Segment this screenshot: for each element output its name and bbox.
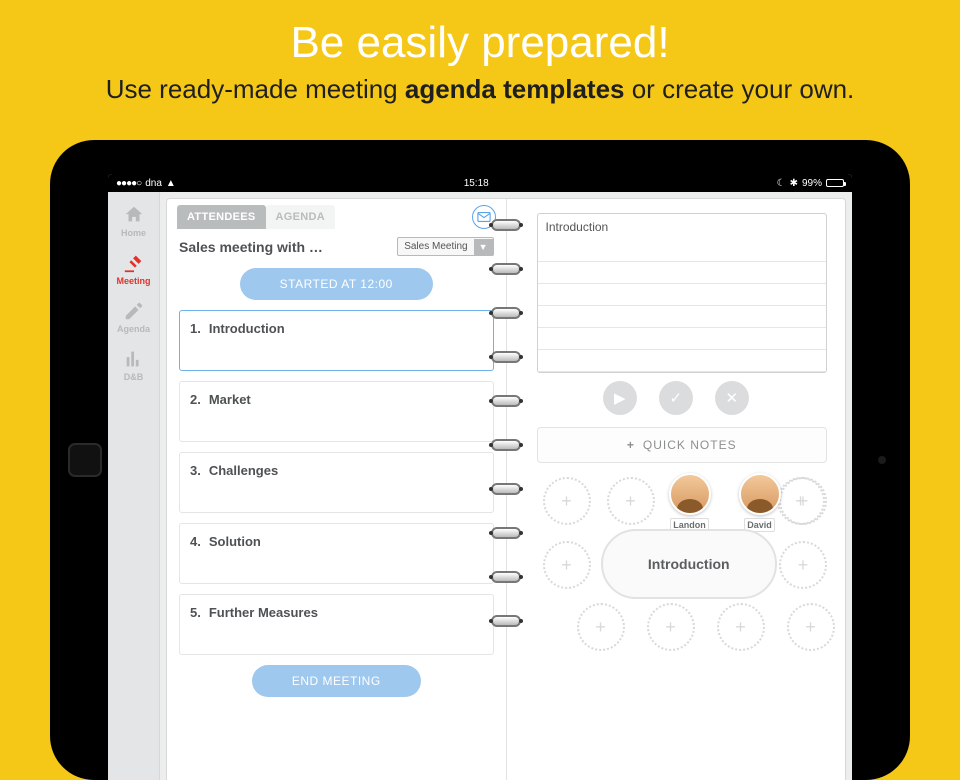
empty-seat[interactable]: + (577, 603, 625, 651)
agenda-list: 1. Introduction 2. Market 3. Challenges 4. S… (167, 310, 506, 655)
agenda-item-title: Challenges (209, 463, 278, 478)
hero-sub-pre: Use ready-made meeting (106, 74, 405, 104)
tablet-screen: ●●●●○ dna ▲ 15:18 ☾ ✱ 99% Home (108, 174, 852, 780)
play-button[interactable]: ▶ (603, 381, 637, 415)
sidebar-item-agenda[interactable]: Agenda (110, 294, 158, 340)
empty-seat[interactable]: + (717, 603, 765, 651)
agenda-item[interactable]: 5. Further Measures (179, 594, 494, 655)
gavel-icon (110, 252, 158, 274)
hero-title: Be easily prepared! (0, 0, 960, 68)
close-button[interactable]: ✕ (715, 381, 749, 415)
home-icon (110, 204, 158, 226)
empty-seat[interactable]: + (607, 477, 655, 525)
notebook: ATTENDEES AGENDA Sales meeting with … Sa… (166, 198, 846, 780)
battery-icon (826, 179, 844, 187)
mail-icon[interactable] (472, 205, 496, 229)
agenda-item[interactable]: 4. Solution (179, 523, 494, 584)
check-icon: ✓ (669, 389, 682, 407)
battery-percent: 99% (802, 178, 822, 189)
carrier-label: dna (145, 178, 162, 189)
signal-dots-icon: ●●●●○ (116, 178, 141, 189)
wifi-icon: ▲ (166, 178, 176, 189)
note-lines (538, 240, 827, 372)
moon-icon: ☾ (777, 178, 786, 189)
sidebar-item-label: Agenda (110, 324, 158, 334)
agenda-item-num: 4. (190, 534, 201, 549)
agenda-item-title: Solution (209, 534, 261, 549)
hero-sub-post: or create your own. (625, 74, 855, 104)
tablet-frame: ●●●●○ dna ▲ 15:18 ☾ ✱ 99% Home (50, 140, 910, 780)
sidebar-item-meeting[interactable]: Meeting (110, 246, 158, 292)
avatar (739, 473, 781, 515)
seating-area: + + + + + + + + + + Landon (537, 473, 828, 653)
empty-seat[interactable]: + (543, 541, 591, 589)
edit-icon (110, 300, 158, 322)
agenda-item-title: Introduction (209, 321, 285, 336)
agenda-item[interactable]: 3. Challenges (179, 452, 494, 513)
status-bar: ●●●●○ dna ▲ 15:18 ☾ ✱ 99% (108, 174, 852, 192)
template-select[interactable]: Sales Meeting ▼ (397, 237, 493, 256)
attendee-david[interactable]: David (733, 473, 787, 533)
empty-seat[interactable]: + (543, 477, 591, 525)
sidebar-item-label: D&B (110, 372, 158, 382)
template-selected-label: Sales Meeting (398, 238, 473, 255)
agenda-item-num: 3. (190, 463, 201, 478)
quick-notes-button[interactable]: + QUICK NOTES (537, 427, 828, 463)
tablet-home-button[interactable] (68, 443, 102, 477)
agenda-item[interactable]: 2. Market (179, 381, 494, 442)
chevron-down-icon: ▼ (474, 239, 493, 255)
end-meeting-button[interactable]: END MEETING (252, 665, 421, 697)
note-title: Introduction (538, 214, 827, 240)
meeting-title: Sales meeting with … (179, 239, 391, 255)
close-icon: ✕ (725, 389, 738, 407)
app-sidebar: Home Meeting Agenda (108, 192, 160, 780)
check-button[interactable]: ✓ (659, 381, 693, 415)
empty-seat[interactable]: + (647, 603, 695, 651)
right-page: Introduction ▶ ✓ ✕ + QUICK NOTES + + (507, 199, 846, 780)
play-icon: ▶ (614, 389, 626, 407)
agenda-item-num: 2. (190, 392, 201, 407)
bluetooth-icon: ✱ (790, 178, 798, 189)
empty-seat[interactable]: + (779, 541, 827, 589)
hero-sub-bold: agenda templates (405, 74, 625, 104)
agenda-item-num: 1. (190, 321, 201, 336)
agenda-item[interactable]: 1. Introduction (179, 310, 494, 371)
table-topic: Introduction (601, 529, 778, 599)
chart-icon (110, 348, 158, 370)
sidebar-item-label: Home (110, 228, 158, 238)
sidebar-item-db[interactable]: D&B (110, 342, 158, 388)
empty-seat[interactable]: + (787, 603, 835, 651)
sidebar-item-label: Meeting (110, 276, 158, 286)
note-box[interactable]: Introduction (537, 213, 828, 373)
sidebar-item-home[interactable]: Home (110, 198, 158, 244)
quick-notes-label: QUICK NOTES (643, 438, 737, 452)
agenda-item-title: Market (209, 392, 251, 407)
clock: 15:18 (464, 178, 489, 189)
tablet-camera (878, 456, 886, 464)
plus-icon: + (627, 438, 635, 452)
started-at-button[interactable]: STARTED AT 12:00 (240, 268, 433, 300)
hero-subtitle: Use ready-made meeting agenda templates … (0, 74, 960, 105)
tab-attendees[interactable]: ATTENDEES (177, 205, 266, 229)
avatar (669, 473, 711, 515)
tab-agenda[interactable]: AGENDA (266, 205, 335, 229)
agenda-item-num: 5. (190, 605, 201, 620)
attendee-landon[interactable]: Landon (663, 473, 717, 533)
left-page: ATTENDEES AGENDA Sales meeting with … Sa… (167, 199, 507, 780)
agenda-item-title: Further Measures (209, 605, 318, 620)
